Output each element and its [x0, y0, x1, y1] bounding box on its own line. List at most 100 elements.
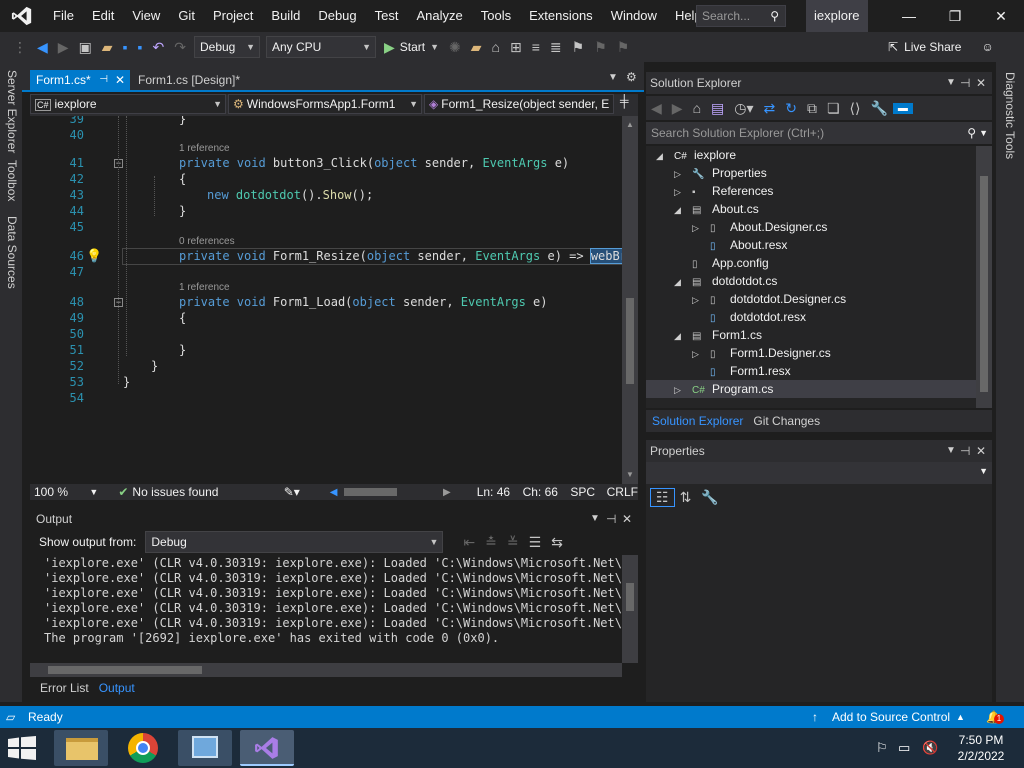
- tab-solution-explorer[interactable]: Solution Explorer: [650, 414, 745, 428]
- menu-extensions[interactable]: Extensions: [520, 0, 602, 32]
- split-editor-icon[interactable]: ╪: [620, 94, 629, 116]
- expander-icon[interactable]: ◢: [674, 327, 692, 345]
- server-explorer-tab[interactable]: Server Explorer: [5, 70, 19, 153]
- solution-tree-item[interactable]: ▷ ▪ References: [674, 182, 773, 200]
- menu-debug[interactable]: Debug: [309, 0, 365, 32]
- project-dropdown[interactable]: C# iexplore ▼: [30, 94, 226, 114]
- volume-muted-icon[interactable]: 🔇: [922, 740, 938, 756]
- data-sources-tab[interactable]: Data Sources: [5, 216, 19, 289]
- save-all-icon[interactable]: ▪: [133, 39, 148, 55]
- switch-views-icon[interactable]: ▤: [706, 100, 729, 117]
- next-message-icon[interactable]: ≚: [502, 534, 524, 551]
- search-input[interactable]: Search... ⚲: [696, 5, 786, 27]
- tab-git-changes[interactable]: Git Changes: [753, 414, 820, 428]
- network-icon[interactable]: ▭: [898, 740, 910, 756]
- tab-list-dropdown-icon[interactable]: ▼: [608, 72, 618, 83]
- menu-file[interactable]: File: [44, 0, 83, 32]
- redo-icon[interactable]: ↷: [169, 39, 191, 56]
- cleanup-brush-icon[interactable]: ✎▾: [284, 485, 300, 499]
- solution-tree-item[interactable]: ◢ ▤ About.cs: [674, 200, 759, 218]
- codelens-references[interactable]: 1 reference: [179, 143, 230, 154]
- search-options-icon[interactable]: ▼: [979, 122, 988, 144]
- windows-start-icon[interactable]: [8, 736, 38, 762]
- solution-tree-item[interactable]: ▷ ▯ Form1.Designer.cs: [692, 344, 831, 362]
- expander-icon[interactable]: ◢: [674, 273, 692, 291]
- window-layout-icon[interactable]: ⌂: [487, 39, 505, 55]
- solution-tree-item[interactable]: ▷ ▯ dotdotdot.Designer.cs: [692, 290, 846, 308]
- close-tab-icon[interactable]: ✕: [115, 70, 125, 90]
- lightbulb-icon[interactable]: 💡: [86, 248, 102, 264]
- solution-tree-item[interactable]: ◢ C# iexplore: [656, 146, 736, 164]
- properties-object-dropdown[interactable]: ▼: [646, 462, 992, 484]
- solution-tree-item[interactable]: ▯ Form1.resx: [692, 362, 791, 380]
- bookmark-icon[interactable]: ⚑: [567, 39, 590, 56]
- back-icon[interactable]: ◀: [646, 100, 667, 117]
- minimize-button[interactable]: —: [886, 0, 932, 32]
- menu-edit[interactable]: Edit: [83, 0, 123, 32]
- folder-search-icon[interactable]: ▰: [466, 39, 487, 56]
- view-code-icon[interactable]: ⟨⟩: [845, 100, 866, 117]
- tab-error-list[interactable]: Error List: [37, 681, 92, 695]
- sync-icon[interactable]: ⇄: [759, 100, 781, 117]
- start-dropdown-icon[interactable]: ▼: [425, 42, 444, 52]
- close-panel-icon[interactable]: ✕: [976, 72, 986, 94]
- source-control-dropdown-icon[interactable]: ▲: [956, 706, 965, 728]
- expander-icon[interactable]: ▷: [674, 381, 692, 399]
- save-icon[interactable]: ▪: [118, 39, 133, 55]
- horizontal-scroll-thumb[interactable]: [343, 488, 397, 496]
- expander-icon[interactable]: ▷: [692, 345, 710, 363]
- uncomment-icon[interactable]: ≣: [545, 39, 567, 56]
- tab-output[interactable]: Output: [95, 681, 138, 695]
- maximize-button[interactable]: ❐: [932, 0, 978, 32]
- menu-git[interactable]: Git: [169, 0, 204, 32]
- panel-dropdown-icon[interactable]: ▼: [946, 72, 956, 94]
- solution-tree-item[interactable]: ▯ App.config: [674, 254, 769, 272]
- start-icon[interactable]: ▶: [379, 39, 400, 56]
- settings-gear-icon[interactable]: ⚙: [626, 70, 637, 84]
- home-icon[interactable]: ⌂: [688, 100, 706, 116]
- output-text[interactable]: 'iexplore.exe' (CLR v4.0.30319: iexplore…: [30, 555, 622, 663]
- visual-studio-taskbar-icon[interactable]: [240, 730, 294, 766]
- property-pages-icon[interactable]: 🔧: [696, 489, 723, 506]
- undo-icon[interactable]: ↶: [148, 39, 170, 56]
- close-panel-icon[interactable]: ✕: [976, 440, 986, 462]
- collapse-all-icon[interactable]: ⧉: [802, 100, 822, 117]
- scroll-right-icon[interactable]: ▶: [443, 487, 451, 498]
- platform-dropdown[interactable]: Any CPU ▼: [265, 36, 376, 58]
- diagnostic-tools-tab[interactable]: Diagnostic Tools: [1003, 72, 1017, 159]
- tab-form1-design[interactable]: Form1.cs [Design]*: [132, 70, 246, 90]
- expander-icon[interactable]: ◢: [674, 201, 692, 219]
- hot-reload-icon[interactable]: ✺: [444, 39, 466, 56]
- pending-changes-icon[interactable]: ◷▾: [729, 100, 758, 117]
- properties-wrench-icon[interactable]: 🔧: [865, 100, 892, 117]
- output-horizontal-scrollbar[interactable]: [30, 663, 622, 677]
- close-window-button[interactable]: ✕: [978, 0, 1024, 32]
- solution-tree-item[interactable]: ▯ dotdotdot.resx: [692, 308, 806, 326]
- toolbox-icon[interactable]: ⊞: [505, 39, 527, 56]
- solution-tree-item[interactable]: ◢ ▤ dotdotdot.cs: [674, 272, 777, 290]
- solution-tree-scrollbar[interactable]: [976, 146, 992, 408]
- configuration-dropdown[interactable]: Debug ▼: [193, 36, 260, 58]
- scroll-left-icon[interactable]: ◀: [330, 487, 338, 498]
- close-panel-icon[interactable]: ✕: [622, 508, 632, 530]
- start-button[interactable]: Start: [400, 40, 425, 54]
- system-clock[interactable]: 7:50 PM 2/2/2022: [946, 732, 1016, 764]
- class-dropdown[interactable]: ⚙ WindowsFormsApp1.Form1 ▼: [228, 94, 422, 114]
- menu-view[interactable]: View: [123, 0, 169, 32]
- menu-build[interactable]: Build: [262, 0, 309, 32]
- pin-icon[interactable]: ⊣: [960, 440, 970, 462]
- toolbox-tab[interactable]: Toolbox: [5, 160, 19, 201]
- codelens-references[interactable]: 1 reference: [179, 282, 230, 293]
- forward-icon[interactable]: ▶: [53, 39, 74, 56]
- solution-explorer-search[interactable]: Search Solution Explorer (Ctrl+;) ⚲ ▼: [646, 122, 992, 144]
- menu-window[interactable]: Window: [602, 0, 666, 32]
- forward-icon[interactable]: ▶: [667, 100, 688, 117]
- expander-icon[interactable]: ▷: [692, 291, 710, 309]
- line-indicator[interactable]: Ln: 46: [477, 485, 523, 499]
- panel-dropdown-icon[interactable]: ▼: [946, 440, 956, 462]
- column-indicator[interactable]: Ch: 66: [523, 485, 571, 499]
- categorized-icon[interactable]: ☷: [650, 487, 675, 507]
- issues-indicator[interactable]: No issues found: [132, 485, 275, 499]
- file-explorer-icon[interactable]: [54, 730, 108, 766]
- new-project-icon[interactable]: ▣: [74, 39, 97, 56]
